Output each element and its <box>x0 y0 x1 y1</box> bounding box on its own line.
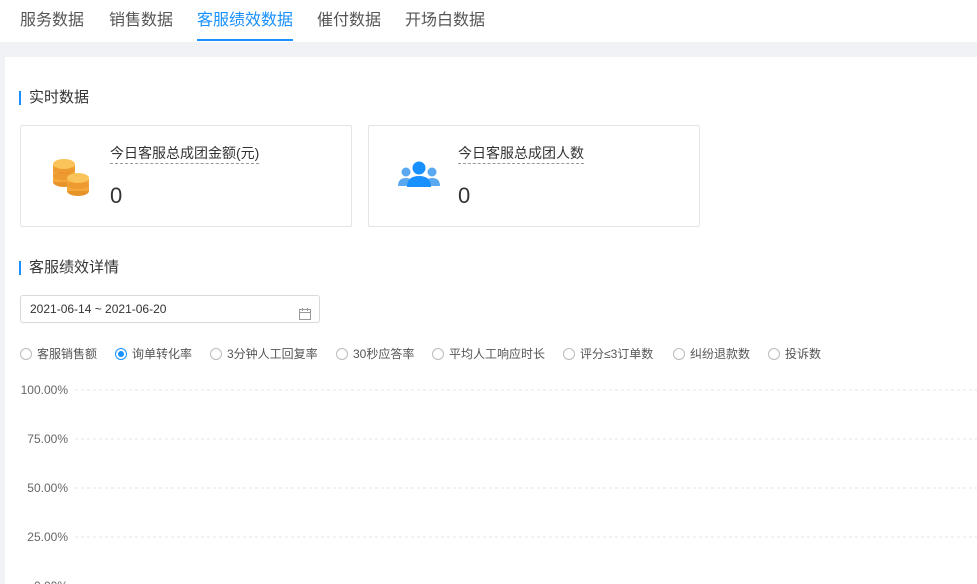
radio-complaints[interactable]: 投诉数 <box>768 345 821 363</box>
y-tick-label: 100.00% <box>21 383 69 397</box>
main-panel: 实时数据 今日客服总成团金额(元) 0 今日客服总成团人数 0 客服绩效详情 2… <box>5 57 977 584</box>
radio-cs-sales[interactable]: 客服销售额 <box>20 345 97 363</box>
radio-circle[interactable] <box>432 348 444 360</box>
coins-icon <box>49 154 93 198</box>
realtime-section-title: 实时数据 <box>19 89 89 107</box>
tab-cs-performance-data[interactable]: 客服绩效数据 <box>197 11 294 41</box>
calendar-icon <box>299 303 311 320</box>
radio-circle[interactable] <box>115 348 127 360</box>
date-range-text: 2021-06-14 ~ 2021-06-20 <box>30 302 167 316</box>
tab-sales-data[interactable]: 销售数据 <box>109 11 173 31</box>
tab-greeting-data[interactable]: 开场白数据 <box>405 11 485 31</box>
y-tick-label: 75.00% <box>27 432 68 446</box>
radio-circle[interactable] <box>673 348 685 360</box>
total-people-card: 今日客服总成团人数 0 <box>368 125 700 227</box>
radio-circle[interactable] <box>336 348 348 360</box>
radio-circle[interactable] <box>563 348 575 360</box>
tab-bar: 服务数据 销售数据 客服绩效数据 催付数据 开场白数据 <box>0 0 977 42</box>
radio-circle[interactable] <box>20 348 32 360</box>
total-amount-card: 今日客服总成团金额(元) 0 <box>20 125 352 227</box>
date-range-picker[interactable]: 2021-06-14 ~ 2021-06-20 <box>20 295 320 323</box>
radio-30s-response-rate[interactable]: 30秒应答率 <box>336 345 414 363</box>
tab-service-data[interactable]: 服务数据 <box>20 11 84 31</box>
radio-avg-response-time[interactable]: 平均人工响应时长 <box>432 345 545 363</box>
total-people-value: 0 <box>458 183 471 208</box>
tab-payment-reminder-data[interactable]: 催付数据 <box>317 11 381 31</box>
radio-low-score-orders[interactable]: 评分≤3订单数 <box>563 345 653 363</box>
detail-section-title: 客服绩效详情 <box>19 259 119 277</box>
total-amount-label: 今日客服总成团金额(元) <box>110 145 260 164</box>
radio-3min-reply-rate[interactable]: 3分钟人工回复率 <box>210 345 318 363</box>
y-tick-label: 50.00% <box>27 481 68 495</box>
y-tick-label: 0.00% <box>34 579 68 584</box>
users-icon <box>397 154 441 198</box>
radio-inquiry-conversion[interactable]: 询单转化率 <box>115 345 192 363</box>
radio-circle[interactable] <box>210 348 222 360</box>
total-people-label: 今日客服总成团人数 <box>458 145 584 164</box>
total-amount-value: 0 <box>110 183 123 208</box>
performance-line-chart: 100.00% 75.00% 50.00% 25.00% 0.00% <box>21 383 977 584</box>
radio-dispute-refunds[interactable]: 纠纷退款数 <box>673 345 750 363</box>
y-tick-label: 25.00% <box>27 530 68 544</box>
radio-circle[interactable] <box>768 348 780 360</box>
